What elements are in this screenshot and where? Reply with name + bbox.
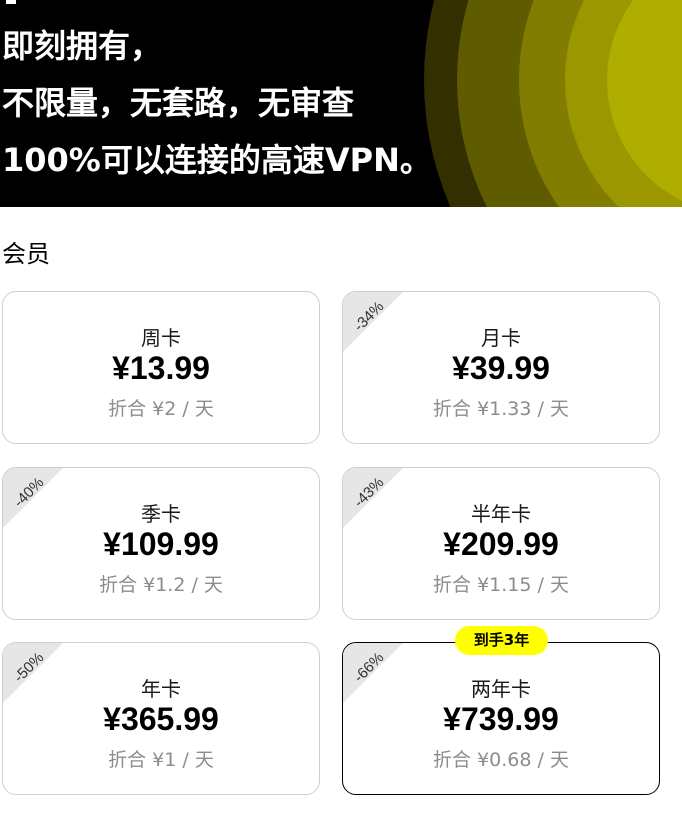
plan-daily-rate: 折合 ¥1.15 / 天 <box>433 574 569 596</box>
plan-grid: 周卡 ¥13.99 折合 ¥2 / 天 -34% 月卡 ¥39.99 折合 ¥1… <box>0 0 682 814</box>
plan-price: ¥739.99 <box>443 701 559 737</box>
plan-price: ¥365.99 <box>103 701 219 737</box>
plan-card-yearly[interactable]: -50% 年卡 ¥365.99 折合 ¥1 / 天 <box>2 642 320 795</box>
plan-name: 周卡 <box>141 326 181 350</box>
plan-daily-rate: 折合 ¥1 / 天 <box>108 749 214 771</box>
plan-price: ¥39.99 <box>452 350 550 386</box>
plan-name: 季卡 <box>141 502 181 526</box>
plan-card-monthly[interactable]: -34% 月卡 ¥39.99 折合 ¥1.33 / 天 <box>342 291 660 444</box>
plan-price: ¥109.99 <box>103 526 219 562</box>
plan-daily-rate: 折合 ¥1.2 / 天 <box>99 574 223 596</box>
plan-price: ¥209.99 <box>443 526 559 562</box>
plan-price: ¥13.99 <box>112 350 210 386</box>
plan-card-quarterly[interactable]: -40% 季卡 ¥109.99 折合 ¥1.2 / 天 <box>2 467 320 620</box>
plan-name: 两年卡 <box>471 677 531 701</box>
plan-name: 半年卡 <box>471 502 531 526</box>
plan-card-weekly[interactable]: 周卡 ¥13.99 折合 ¥2 / 天 <box>2 291 320 444</box>
plan-name: 月卡 <box>481 326 521 350</box>
plan-daily-rate: 折合 ¥2 / 天 <box>108 398 214 420</box>
plan-card-half-year[interactable]: -43% 半年卡 ¥209.99 折合 ¥1.15 / 天 <box>342 467 660 620</box>
plan-name: 年卡 <box>141 677 181 701</box>
plan-daily-rate: 折合 ¥1.33 / 天 <box>433 398 569 420</box>
plan-card-two-year[interactable]: -66% 两年卡 ¥739.99 折合 ¥0.68 / 天 <box>342 642 660 795</box>
plan-daily-rate: 折合 ¥0.68 / 天 <box>433 749 569 771</box>
bonus-badge: 到手3年 <box>455 626 548 655</box>
